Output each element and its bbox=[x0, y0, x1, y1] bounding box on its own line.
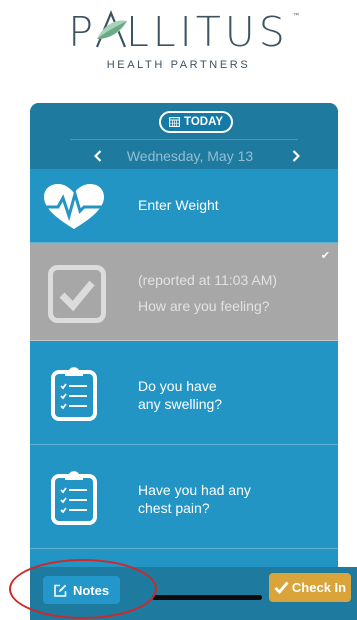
clipboard-icon bbox=[51, 471, 97, 525]
next-day-button[interactable] bbox=[286, 145, 306, 167]
task-label: Enter Weight bbox=[138, 197, 219, 213]
leaf-icon bbox=[95, 10, 127, 48]
task-swelling[interactable]: Do you have any swelling? bbox=[30, 341, 338, 445]
check-in-label: Check In bbox=[291, 580, 347, 595]
heart-rate-icon bbox=[42, 184, 106, 229]
today-label: TODAY bbox=[184, 116, 223, 128]
task-how-are-you-feeling[interactable]: (reported at 11:03 AM) How are you feeli… bbox=[30, 243, 338, 341]
header-divider bbox=[70, 139, 298, 140]
chevron-right-icon bbox=[292, 150, 300, 162]
annotation-circle bbox=[9, 559, 157, 619]
checkmark-icon bbox=[274, 581, 289, 594]
trademark-symbol: ™ bbox=[293, 13, 299, 19]
task-label-line-1: Do you have bbox=[138, 378, 217, 394]
current-date: Wednesday, May 13 bbox=[126, 148, 254, 164]
logo-word-start: P bbox=[68, 8, 97, 56]
completed-check-icon: ✔ bbox=[320, 250, 330, 262]
today-button[interactable]: TODAY bbox=[159, 111, 233, 133]
task-label: How are you feeling? bbox=[138, 298, 270, 314]
check-in-button[interactable]: Check In bbox=[269, 573, 351, 602]
task-status-text: (reported at 11:03 AM) bbox=[138, 272, 278, 288]
date-navigator: Wednesday, May 13 bbox=[30, 145, 338, 167]
task-label-line-2: any swelling? bbox=[138, 396, 223, 412]
app-panel: TODAY Wednesday, May 13 Enter Weight (re… bbox=[30, 103, 338, 620]
date-header: TODAY Wednesday, May 13 bbox=[30, 103, 338, 169]
logo-subtitle: HEALTH PARTNERS bbox=[106, 59, 251, 71]
home-indicator[interactable] bbox=[152, 595, 262, 600]
chevron-left-icon bbox=[94, 150, 102, 162]
logo-wordmark: P LLITUS bbox=[0, 8, 357, 56]
task-enter-weight[interactable]: Enter Weight bbox=[30, 169, 338, 243]
checkbox-checked-icon bbox=[48, 265, 106, 323]
clipboard-icon bbox=[51, 367, 97, 421]
task-list: Enter Weight (reported at 11:03 AM) How … bbox=[30, 169, 338, 620]
task-chest-pain[interactable]: Have you had any chest pain? bbox=[30, 445, 338, 549]
pallitus-logo: P LLITUS ™ HEALTH PARTNERS bbox=[0, 0, 357, 80]
logo-word-end: LLITUS bbox=[125, 8, 289, 56]
task-label-line-2: chest pain? bbox=[138, 500, 210, 516]
previous-day-button[interactable] bbox=[88, 145, 108, 167]
calendar-icon bbox=[169, 117, 180, 127]
task-label-line-1: Have you had any bbox=[138, 482, 251, 498]
